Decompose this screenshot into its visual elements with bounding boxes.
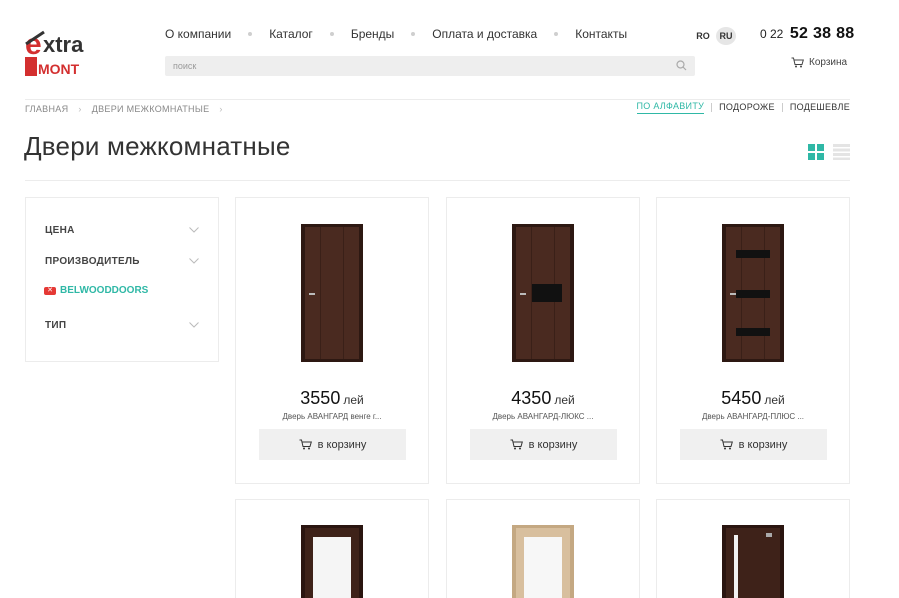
add-to-cart-label: в корзину	[528, 438, 578, 451]
product-name[interactable]: Дверь АВАНГАРД венге г...	[236, 412, 428, 421]
filter-panel: ЦЕНА ПРОИЗВОДИТЕЛЬ ✕ BELWOODDOORS ТИП	[25, 197, 219, 362]
breadcrumb-chevron-icon: ›	[219, 104, 223, 114]
nav-item-catalog[interactable]: Каталог	[269, 27, 313, 41]
sort-divider	[781, 103, 783, 112]
door-image[interactable]	[512, 224, 574, 362]
cart-label: Корзина	[809, 57, 848, 68]
breadcrumb: ГЛАВНАЯ › ДВЕРИ МЕЖКОМНАТНЫЕ ›	[25, 104, 233, 114]
phone-code: 0 22	[760, 27, 784, 41]
title-divider	[25, 180, 850, 181]
search-input[interactable]	[165, 56, 695, 76]
cart-link[interactable]: Корзина	[791, 57, 847, 68]
chevron-down-icon[interactable]	[189, 258, 199, 264]
product-card[interactable]: 4350 лей Дверь АВАНГАРД-ЛЮКС ... в корзин…	[446, 197, 640, 484]
sort-alphabetical[interactable]: ПО АЛФАВИТУ	[636, 101, 705, 114]
logo-text-top: xtra	[43, 32, 84, 57]
main-nav: О компании Каталог Бренды Оплата и доста…	[165, 27, 627, 41]
door-image[interactable]	[512, 525, 574, 598]
nav-separator	[248, 32, 253, 36]
lang-ru-button[interactable]: RU	[716, 27, 736, 45]
search-icon[interactable]	[676, 60, 687, 71]
door-image[interactable]	[722, 525, 784, 598]
product-card[interactable]: 3550 лей Дверь АВАНГАРД венге г... в корз…	[235, 197, 429, 484]
nav-separator	[329, 32, 334, 36]
add-to-cart-button[interactable]: в корзину	[259, 429, 406, 460]
product-price: 3550 лей	[236, 388, 428, 409]
phone-number[interactable]: 0 22 52 38 88	[760, 25, 855, 43]
add-to-cart-label: в корзину	[317, 438, 367, 451]
nav-separator	[554, 32, 559, 36]
active-filter-label: BELWOODDOORS	[60, 285, 149, 296]
active-filter-brand[interactable]: ✕ BELWOODDOORS	[44, 285, 148, 296]
filter-price[interactable]: ЦЕНА	[45, 225, 75, 236]
nav-item-brands[interactable]: Бренды	[351, 27, 394, 41]
logo-text-bottom: MONT	[38, 61, 80, 77]
cart-icon	[720, 439, 733, 450]
breadcrumb-home[interactable]: ГЛАВНАЯ	[25, 104, 68, 114]
nav-item-about[interactable]: О компании	[165, 27, 231, 41]
sort-divider	[711, 103, 713, 112]
nav-item-payment-delivery[interactable]: Оплата и доставка	[432, 27, 537, 41]
sort-price-desc[interactable]: ПОДОРОЖЕ	[719, 102, 775, 114]
cart-icon	[791, 57, 804, 68]
page-title: Двери межкомнатные	[24, 131, 291, 161]
add-to-cart-button[interactable]: в корзину	[680, 429, 827, 460]
chevron-down-icon[interactable]	[189, 322, 199, 328]
chevron-down-icon[interactable]	[189, 227, 199, 233]
header-divider	[25, 99, 850, 100]
product-card[interactable]	[656, 499, 850, 598]
product-card[interactable]	[446, 499, 640, 598]
price-currency: лей	[343, 393, 364, 407]
product-card[interactable]	[235, 499, 429, 598]
price-currency: лей	[764, 393, 785, 407]
breadcrumb-chevron-icon: ›	[78, 104, 82, 114]
door-image[interactable]	[301, 525, 363, 598]
price-value: 5450	[721, 388, 762, 408]
remove-filter-icon[interactable]: ✕	[44, 286, 56, 295]
sort-options: ПО АЛФАВИТУ ПОДОРОЖЕ ПОДЕШЕВЛЕ	[636, 101, 850, 114]
lang-ro-button[interactable]: RO	[693, 27, 713, 45]
door-image[interactable]	[722, 224, 784, 362]
product-price: 4350 лей	[447, 388, 639, 409]
filter-type[interactable]: ТИП	[45, 320, 66, 331]
door-image[interactable]	[301, 224, 363, 362]
product-name[interactable]: Дверь АВАНГАРД-ПЛЮС ...	[657, 412, 849, 421]
product-name[interactable]: Дверь АВАНГАРД-ЛЮКС ...	[447, 412, 639, 421]
nav-separator	[411, 32, 416, 36]
sort-price-asc[interactable]: ПОДЕШЕВЛЕ	[790, 102, 850, 114]
filter-manufacturer[interactable]: ПРОИЗВОДИТЕЛЬ	[45, 256, 140, 267]
product-price: 5450 лей	[657, 388, 849, 409]
phone-main: 52 38 88	[789, 25, 855, 42]
price-value: 4350	[511, 388, 552, 408]
nav-item-contacts[interactable]: Контакты	[575, 27, 627, 41]
site-logo[interactable]: e xtra MONT	[25, 28, 105, 80]
price-currency: лей	[554, 393, 575, 407]
product-card[interactable]: 5450 лей Дверь АВАНГАРД-ПЛЮС ... в корзин…	[656, 197, 850, 484]
list-view-icon[interactable]	[833, 144, 850, 160]
logo-red-block	[25, 57, 37, 76]
search-bar	[165, 56, 695, 76]
add-to-cart-label: в корзину	[738, 438, 788, 451]
add-to-cart-button[interactable]: в корзину	[470, 429, 617, 460]
grid-view-icon[interactable]	[808, 144, 824, 160]
cart-icon	[510, 439, 523, 450]
cart-icon	[299, 439, 312, 450]
breadcrumb-current[interactable]: ДВЕРИ МЕЖКОМНАТНЫЕ	[92, 104, 210, 114]
price-value: 3550	[300, 388, 341, 408]
